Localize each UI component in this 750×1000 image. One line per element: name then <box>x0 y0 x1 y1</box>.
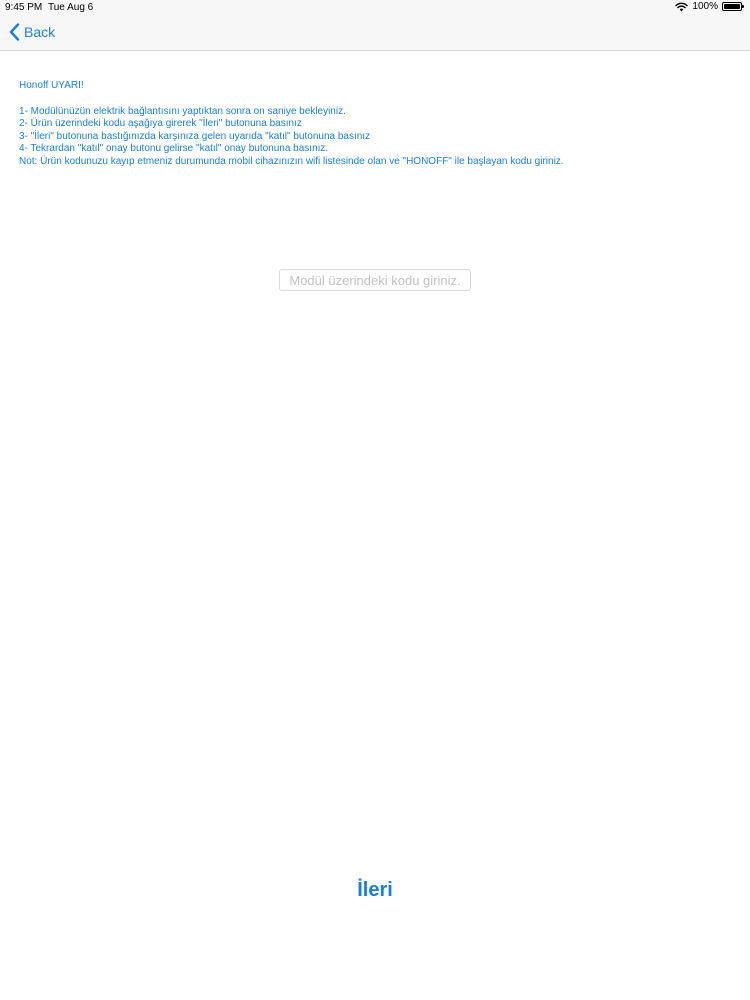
module-code-input[interactable] <box>279 269 471 291</box>
next-button[interactable]: İleri <box>300 874 450 906</box>
back-button-label: Back <box>24 24 56 40</box>
battery-percent: 100% <box>692 1 718 12</box>
status-date: Tue Aug 6 <box>48 2 94 13</box>
status-bar: 9:45 PM Tue Aug 6 100% <box>0 0 750 14</box>
back-button[interactable]: Back <box>9 23 55 41</box>
instruction-step-3: 3- "İleri" butonuna bastığınızda karşını… <box>19 130 371 142</box>
instruction-step-2: 2- Ürün üzerindeki kodu aşağıya girerek … <box>19 118 302 129</box>
instruction-step-4: 4- Tekrardan "katıl" onay butonu gelirse… <box>19 143 329 154</box>
battery-icon <box>722 2 744 11</box>
warning-section: Honoff UYARI! 1- Modülünüzün elektrik ba… <box>19 80 731 168</box>
status-time: 9:45 PM <box>5 2 43 13</box>
warning-title: Honoff UYARI! <box>19 80 84 91</box>
instruction-note: Not: Ürün kodunuzu kayıp etmeniz durumun… <box>19 155 564 167</box>
navigation-bar: Back <box>0 14 750 51</box>
wifi-icon <box>675 2 689 12</box>
chevron-left-icon <box>9 23 20 41</box>
battery-level <box>724 4 740 9</box>
instruction-step-1: 1- Modülünüzün elektrik bağlantısını yap… <box>19 105 346 117</box>
status-indicators: 100% <box>675 1 744 12</box>
